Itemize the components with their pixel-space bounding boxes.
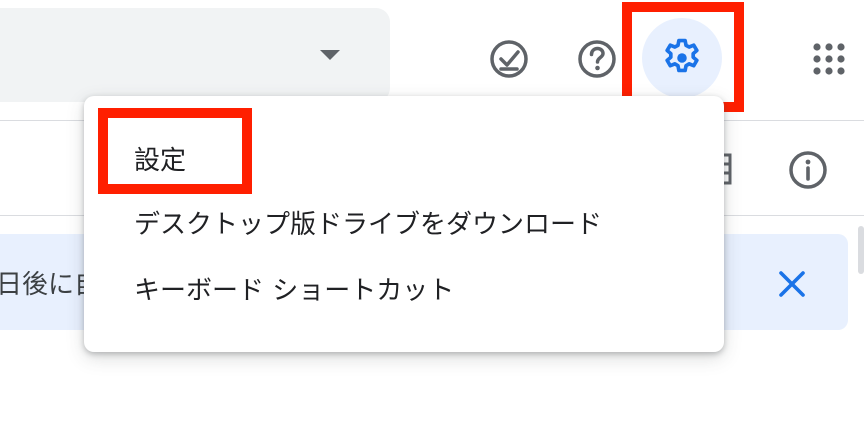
offline-ready-button[interactable]: [484, 34, 534, 84]
apps-button[interactable]: [806, 36, 852, 82]
info-icon: [789, 151, 827, 189]
banner-close-button[interactable]: [770, 262, 814, 306]
scrollbar-thumb[interactable]: [858, 226, 864, 274]
help-icon: [578, 40, 616, 78]
info-button[interactable]: [786, 148, 830, 192]
menu-settings-highlight-box: [98, 108, 252, 194]
apps-grid-icon: [813, 43, 845, 75]
close-icon: [779, 271, 805, 297]
menu-item-keyboard-shortcuts[interactable]: キーボード ショートカット: [84, 256, 724, 320]
caret-down-icon[interactable]: [320, 50, 340, 60]
menu-item-label: デスクトップ版ドライブをダウンロード: [134, 209, 603, 240]
menu-item-download-desktop-drive[interactable]: デスクトップ版ドライブをダウンロード: [84, 190, 724, 254]
menu-item-label: キーボード ショートカット: [134, 275, 455, 306]
offline-ready-icon: [490, 40, 528, 78]
help-button[interactable]: [572, 34, 622, 84]
